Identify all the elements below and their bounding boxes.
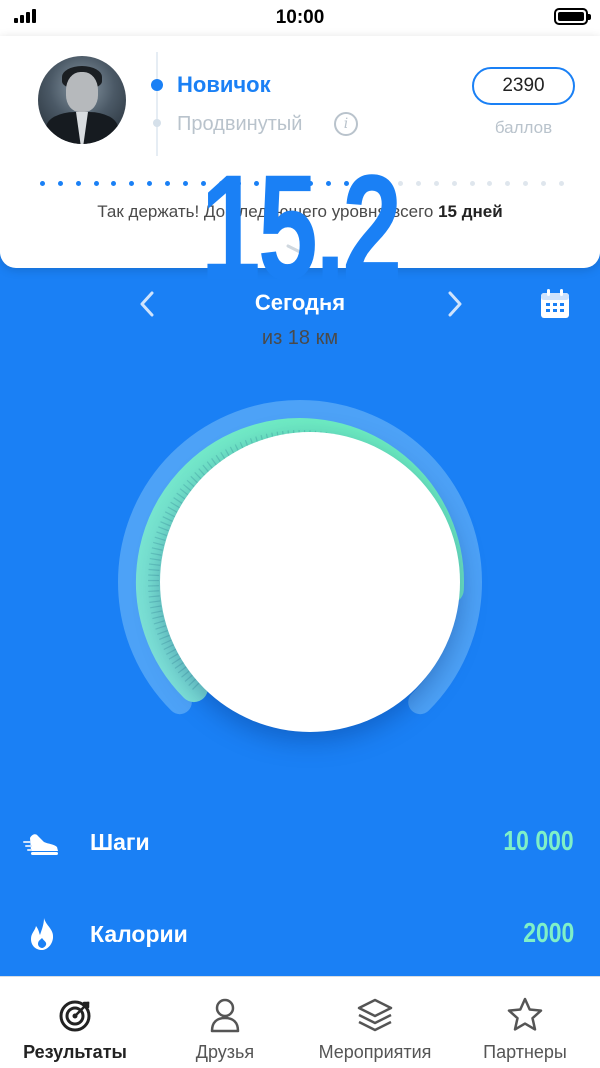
progress-dot: [558, 180, 564, 186]
stat-row-steps[interactable]: Шаги 10 000: [0, 820, 600, 864]
level-current-dot: [151, 79, 163, 91]
distance-goal: из 18 км: [261, 327, 339, 349]
progress-dot: [523, 180, 529, 186]
stat-label-steps: Шаги: [90, 829, 150, 855]
gauge-tick: [148, 590, 160, 593]
level-next: Продвинутый: [177, 113, 303, 135]
level-next-dot: [153, 119, 161, 127]
progress-dot: [75, 180, 81, 186]
calendar-icon[interactable]: [538, 287, 572, 321]
stat-value-calories: 2000: [522, 917, 574, 948]
progress-dot: [40, 180, 45, 186]
tab-bar: Результаты Друзья Мероприятия Партнеры: [0, 976, 600, 1068]
progress-dot: [57, 180, 63, 186]
shoe-icon: [23, 834, 58, 855]
battery-icon: [554, 8, 591, 25]
distance-value: 15,2: [200, 143, 403, 311]
target-icon: [59, 1000, 91, 1032]
stat-label-calories: Калории: [90, 921, 188, 947]
flame-icon: [31, 918, 54, 950]
tab-results[interactable]: Результаты: [0, 977, 150, 1068]
progress-dot: [505, 180, 511, 186]
stat-row-calories[interactable]: Калории 2000: [0, 912, 600, 956]
progress-dot: [93, 180, 99, 186]
points-label: баллов: [494, 118, 553, 137]
tab-label-events: Мероприятия: [318, 1042, 432, 1062]
stat-value-steps: 10 000: [503, 825, 574, 856]
progress-dot: [541, 180, 547, 186]
star-icon: [507, 997, 543, 1031]
tab-label-friends: Друзья: [195, 1042, 255, 1062]
tab-friends[interactable]: Друзья: [150, 977, 300, 1068]
avatar[interactable]: [38, 56, 126, 144]
progress-dot: [487, 180, 493, 186]
tab-events[interactable]: Мероприятия: [300, 977, 450, 1068]
layers-icon: [357, 998, 393, 1032]
status-time: 10:00: [275, 7, 325, 28]
gauge-center: [160, 432, 460, 732]
tab-label-results: Результаты: [23, 1042, 127, 1062]
tab-partners[interactable]: Партнеры: [450, 977, 600, 1068]
level-current: Новичок: [177, 72, 271, 97]
info-icon[interactable]: i: [334, 112, 358, 136]
person-icon: [210, 998, 240, 1033]
distance-gauge: [60, 342, 540, 822]
gauge-tick: [148, 574, 160, 577]
progress-dot: [111, 180, 117, 186]
level-timeline: [156, 52, 158, 156]
points-badge: 2390: [472, 67, 575, 105]
tab-label-partners: Партнеры: [483, 1042, 567, 1062]
status-bar: 10:00: [0, 0, 600, 36]
